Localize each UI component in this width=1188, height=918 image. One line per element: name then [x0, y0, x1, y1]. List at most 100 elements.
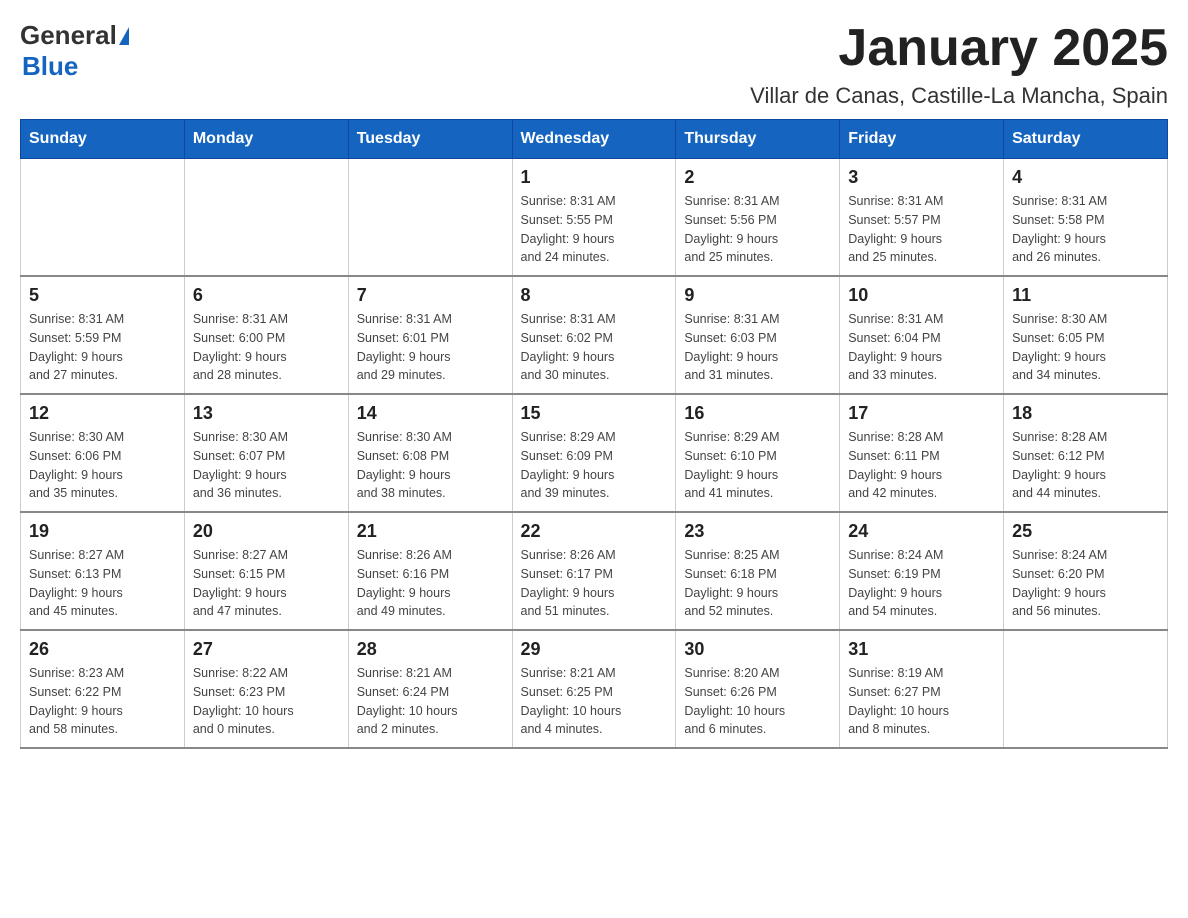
day-info: Sunrise: 8:30 AM Sunset: 6:06 PM Dayligh… [29, 428, 176, 503]
calendar-cell: 1Sunrise: 8:31 AM Sunset: 5:55 PM Daylig… [512, 159, 676, 277]
day-number: 12 [29, 403, 176, 424]
calendar-cell: 4Sunrise: 8:31 AM Sunset: 5:58 PM Daylig… [1004, 159, 1168, 277]
day-number: 25 [1012, 521, 1159, 542]
day-info: Sunrise: 8:31 AM Sunset: 5:59 PM Dayligh… [29, 310, 176, 385]
day-info: Sunrise: 8:31 AM Sunset: 5:58 PM Dayligh… [1012, 192, 1159, 267]
day-info: Sunrise: 8:30 AM Sunset: 6:07 PM Dayligh… [193, 428, 340, 503]
days-header-row: SundayMondayTuesdayWednesdayThursdayFrid… [21, 120, 1168, 159]
calendar-cell: 12 Sunrise: 8:30 AM Sunset: 6:06 PM Dayli… [21, 394, 185, 512]
calendar-cell: 31 Sunrise: 8:19 AM Sunset: 6:27 PM Dayli… [840, 630, 1004, 748]
day-header-friday: Friday [840, 120, 1004, 159]
day-number: 13 [193, 403, 340, 424]
page-header: General Blue January 2025 Villar de Cana… [20, 20, 1168, 109]
calendar-cell: 29Sunrise: 8:21 AM Sunset: 6:25 PM Dayli… [512, 630, 676, 748]
day-number: 8 [521, 285, 668, 306]
day-number: 22 [521, 521, 668, 542]
calendar-cell: 2 Sunrise: 8:31 AM Sunset: 5:56 PM Daylig… [676, 159, 840, 277]
day-number: 24 [848, 521, 995, 542]
day-number: 9 [684, 285, 831, 306]
day-info: Sunrise: 8:24 AM Sunset: 6:20 PM Dayligh… [1012, 546, 1159, 621]
week-row-1: 1Sunrise: 8:31 AM Sunset: 5:55 PM Daylig… [21, 159, 1168, 277]
calendar-cell: 18 Sunrise: 8:28 AM Sunset: 6:12 PM Dayli… [1004, 394, 1168, 512]
calendar-cell: 9 Sunrise: 8:31 AM Sunset: 6:03 PM Daylig… [676, 276, 840, 394]
calendar-cell: 26 Sunrise: 8:23 AM Sunset: 6:22 PM Dayli… [21, 630, 185, 748]
day-header-thursday: Thursday [676, 120, 840, 159]
day-number: 15 [521, 403, 668, 424]
calendar-cell: 23 Sunrise: 8:25 AM Sunset: 6:18 PM Dayli… [676, 512, 840, 630]
calendar-cell: 3 Sunrise: 8:31 AM Sunset: 5:57 PM Daylig… [840, 159, 1004, 277]
day-number: 18 [1012, 403, 1159, 424]
day-number: 5 [29, 285, 176, 306]
calendar-cell: 14 Sunrise: 8:30 AM Sunset: 6:08 PM Dayli… [348, 394, 512, 512]
week-row-2: 5 Sunrise: 8:31 AM Sunset: 5:59 PM Daylig… [21, 276, 1168, 394]
day-number: 19 [29, 521, 176, 542]
calendar-cell: 16Sunrise: 8:29 AM Sunset: 6:10 PM Dayli… [676, 394, 840, 512]
day-info: Sunrise: 8:31 AM Sunset: 6:03 PM Dayligh… [684, 310, 831, 385]
calendar-title: January 2025 [750, 20, 1168, 77]
day-info: Sunrise: 8:28 AM Sunset: 6:11 PM Dayligh… [848, 428, 995, 503]
calendar-cell: 27Sunrise: 8:22 AM Sunset: 6:23 PM Dayli… [184, 630, 348, 748]
day-number: 14 [357, 403, 504, 424]
calendar-cell: 11Sunrise: 8:30 AM Sunset: 6:05 PM Dayli… [1004, 276, 1168, 394]
day-info: Sunrise: 8:31 AM Sunset: 6:00 PM Dayligh… [193, 310, 340, 385]
day-info: Sunrise: 8:31 AM Sunset: 5:56 PM Dayligh… [684, 192, 831, 267]
calendar-cell: 7 Sunrise: 8:31 AM Sunset: 6:01 PM Daylig… [348, 276, 512, 394]
calendar-cell: 5 Sunrise: 8:31 AM Sunset: 5:59 PM Daylig… [21, 276, 185, 394]
day-info: Sunrise: 8:21 AM Sunset: 6:24 PM Dayligh… [357, 664, 504, 739]
logo: General Blue [20, 20, 129, 82]
calendar-cell: 10 Sunrise: 8:31 AM Sunset: 6:04 PM Dayli… [840, 276, 1004, 394]
day-number: 30 [684, 639, 831, 660]
logo-general-text: General [20, 20, 117, 51]
calendar-cell: 13 Sunrise: 8:30 AM Sunset: 6:07 PM Dayli… [184, 394, 348, 512]
day-number: 31 [848, 639, 995, 660]
day-info: Sunrise: 8:30 AM Sunset: 6:08 PM Dayligh… [357, 428, 504, 503]
day-header-sunday: Sunday [21, 120, 185, 159]
calendar-cell: 30Sunrise: 8:20 AM Sunset: 6:26 PM Dayli… [676, 630, 840, 748]
calendar-cell: 19 Sunrise: 8:27 AM Sunset: 6:13 PM Dayli… [21, 512, 185, 630]
day-info: Sunrise: 8:30 AM Sunset: 6:05 PM Dayligh… [1012, 310, 1159, 385]
day-header-tuesday: Tuesday [348, 120, 512, 159]
day-number: 16 [684, 403, 831, 424]
day-info: Sunrise: 8:31 AM Sunset: 5:57 PM Dayligh… [848, 192, 995, 267]
day-info: Sunrise: 8:26 AM Sunset: 6:17 PM Dayligh… [521, 546, 668, 621]
calendar-cell: 20Sunrise: 8:27 AM Sunset: 6:15 PM Dayli… [184, 512, 348, 630]
title-area: January 2025 Villar de Canas, Castille-L… [750, 20, 1168, 109]
calendar-cell: 25 Sunrise: 8:24 AM Sunset: 6:20 PM Dayli… [1004, 512, 1168, 630]
day-info: Sunrise: 8:19 AM Sunset: 6:27 PM Dayligh… [848, 664, 995, 739]
day-info: Sunrise: 8:31 AM Sunset: 5:55 PM Dayligh… [521, 192, 668, 267]
calendar-cell [348, 159, 512, 277]
day-info: Sunrise: 8:27 AM Sunset: 6:13 PM Dayligh… [29, 546, 176, 621]
calendar-cell [1004, 630, 1168, 748]
day-number: 7 [357, 285, 504, 306]
week-row-3: 12 Sunrise: 8:30 AM Sunset: 6:06 PM Dayli… [21, 394, 1168, 512]
day-info: Sunrise: 8:31 AM Sunset: 6:01 PM Dayligh… [357, 310, 504, 385]
logo-blue-text: Blue [22, 51, 78, 82]
day-info: Sunrise: 8:25 AM Sunset: 6:18 PM Dayligh… [684, 546, 831, 621]
calendar-cell: 22 Sunrise: 8:26 AM Sunset: 6:17 PM Dayli… [512, 512, 676, 630]
calendar-cell [184, 159, 348, 277]
day-number: 23 [684, 521, 831, 542]
calendar-cell: 6 Sunrise: 8:31 AM Sunset: 6:00 PM Daylig… [184, 276, 348, 394]
day-info: Sunrise: 8:24 AM Sunset: 6:19 PM Dayligh… [848, 546, 995, 621]
day-info: Sunrise: 8:28 AM Sunset: 6:12 PM Dayligh… [1012, 428, 1159, 503]
day-number: 3 [848, 167, 995, 188]
calendar-table: SundayMondayTuesdayWednesdayThursdayFrid… [20, 119, 1168, 749]
day-info: Sunrise: 8:23 AM Sunset: 6:22 PM Dayligh… [29, 664, 176, 739]
day-number: 6 [193, 285, 340, 306]
day-info: Sunrise: 8:26 AM Sunset: 6:16 PM Dayligh… [357, 546, 504, 621]
day-info: Sunrise: 8:22 AM Sunset: 6:23 PM Dayligh… [193, 664, 340, 739]
day-number: 20 [193, 521, 340, 542]
calendar-cell: 8 Sunrise: 8:31 AM Sunset: 6:02 PM Daylig… [512, 276, 676, 394]
day-number: 28 [357, 639, 504, 660]
day-number: 2 [684, 167, 831, 188]
day-info: Sunrise: 8:29 AM Sunset: 6:09 PM Dayligh… [521, 428, 668, 503]
calendar-cell: 24 Sunrise: 8:24 AM Sunset: 6:19 PM Dayli… [840, 512, 1004, 630]
calendar-cell: 17Sunrise: 8:28 AM Sunset: 6:11 PM Dayli… [840, 394, 1004, 512]
day-number: 29 [521, 639, 668, 660]
day-number: 10 [848, 285, 995, 306]
day-header-saturday: Saturday [1004, 120, 1168, 159]
day-info: Sunrise: 8:31 AM Sunset: 6:02 PM Dayligh… [521, 310, 668, 385]
day-number: 26 [29, 639, 176, 660]
day-info: Sunrise: 8:31 AM Sunset: 6:04 PM Dayligh… [848, 310, 995, 385]
week-row-5: 26 Sunrise: 8:23 AM Sunset: 6:22 PM Dayli… [21, 630, 1168, 748]
